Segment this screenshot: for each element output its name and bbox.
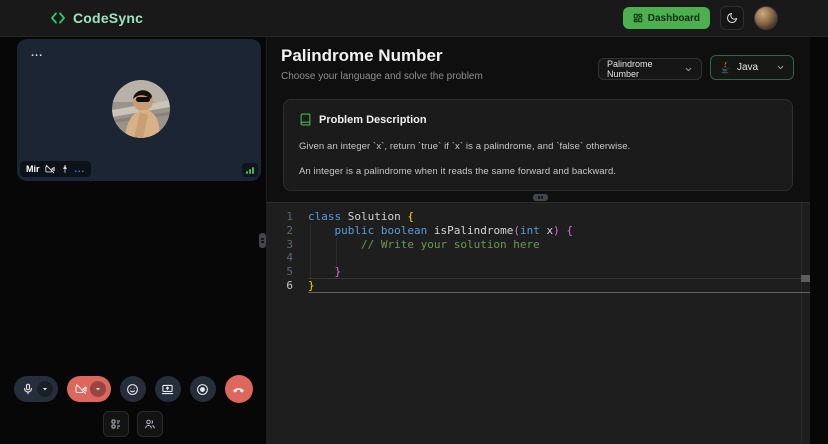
problem-paragraph: Given an integer `x`, return `true` if `… <box>299 141 631 152</box>
camera-off-icon <box>44 164 55 174</box>
mic-button[interactable] <box>13 376 58 402</box>
dashboard-icon <box>633 13 643 23</box>
theme-toggle-button[interactable] <box>720 6 744 30</box>
problem-select[interactable]: Palindrome Number <box>598 58 702 80</box>
book-icon <box>300 113 311 126</box>
camera-off-icon <box>74 383 87 395</box>
java-icon <box>719 61 731 74</box>
problem-description-card: Problem Description Given an integer `x`… <box>283 99 793 191</box>
header-actions: Dashboard <box>622 6 778 30</box>
code-logo-icon <box>50 10 66 26</box>
signal-strength-icon <box>242 163 258 177</box>
line-number: 5 <box>286 265 293 279</box>
horizontal-resize-handle[interactable] <box>533 194 548 201</box>
camera-options-button[interactable] <box>89 381 106 397</box>
language-select-value: Java <box>737 62 759 73</box>
video-tile: ... Mir ... <box>17 39 261 181</box>
problem-card-header: Problem Description <box>299 113 777 126</box>
vertical-resize-handle[interactable] <box>259 233 266 248</box>
secondary-controls <box>0 411 266 437</box>
whiteboard-icon <box>111 419 120 429</box>
record-button[interactable] <box>189 376 216 402</box>
chevron-down-icon <box>684 65 693 74</box>
pin-icon[interactable] <box>60 164 70 174</box>
mic-options-button[interactable] <box>36 381 53 397</box>
line-number: 2 <box>286 223 293 237</box>
editor-scrollbar[interactable] <box>801 203 810 444</box>
problem-paragraph: An integer is a palindrome when it reads… <box>299 166 617 177</box>
chevron-down-icon <box>95 388 100 391</box>
page-title: Palindrome Number <box>281 46 443 65</box>
code-line[interactable]: class Solution { <box>308 210 801 224</box>
emoji-icon <box>127 383 138 395</box>
call-controls <box>0 375 266 403</box>
screen-share-button[interactable] <box>154 376 181 402</box>
dashboard-button-label: Dashboard <box>647 12 700 24</box>
participants-button[interactable] <box>137 411 163 437</box>
page-subtitle: Choose your language and solve the probl… <box>281 71 483 82</box>
code-editor[interactable]: 123456 class Solution { public boolean i… <box>266 202 810 444</box>
language-select[interactable]: Java <box>710 55 794 80</box>
app-title: CodeSync <box>73 10 144 26</box>
line-number: 4 <box>286 251 293 265</box>
code-line[interactable]: public boolean isPalindrome(int x) { <box>308 224 801 238</box>
code-line[interactable] <box>308 251 801 265</box>
end-call-icon <box>233 387 244 392</box>
participant-avatar <box>112 80 170 138</box>
app-logo: CodeSync <box>50 10 143 26</box>
chevron-down-icon <box>776 63 785 72</box>
header: CodeSync Dashboard <box>0 0 828 37</box>
problem-select-value: Palindrome Number <box>607 59 653 79</box>
code-lines: class Solution { public boolean isPalind… <box>308 210 801 293</box>
line-number: 6 <box>286 278 293 292</box>
participant-more-button[interactable]: ... <box>75 165 86 174</box>
participants-icon <box>145 419 155 429</box>
scrollbar-handle[interactable] <box>801 275 810 282</box>
moon-icon <box>727 13 737 23</box>
participant-name-pill: Mir ... <box>20 161 92 177</box>
line-number: 3 <box>286 237 293 251</box>
mic-icon <box>23 383 32 395</box>
user-avatar[interactable] <box>754 6 778 30</box>
code-line[interactable]: } <box>308 279 801 293</box>
line-number: 1 <box>286 210 293 223</box>
code-line[interactable]: } <box>308 265 801 279</box>
record-icon <box>197 383 208 395</box>
dashboard-button[interactable]: Dashboard <box>622 7 710 29</box>
problem-card-title: Problem Description <box>319 113 427 126</box>
tile-menu-button[interactable]: ... <box>31 48 43 59</box>
participant-name: Mir <box>26 164 40 174</box>
chevron-down-icon <box>42 388 47 391</box>
app-window: CodeSync Dashboard ... Mir ... Palindrom… <box>0 0 828 444</box>
code-line[interactable]: // Write your solution here <box>308 238 801 252</box>
editor-gutter: 123456 <box>266 210 293 293</box>
reactions-button[interactable] <box>119 376 146 402</box>
whiteboard-button[interactable] <box>103 411 129 437</box>
screen-share-icon <box>161 384 174 394</box>
end-call-button[interactable] <box>224 375 253 403</box>
camera-button[interactable] <box>66 376 111 402</box>
